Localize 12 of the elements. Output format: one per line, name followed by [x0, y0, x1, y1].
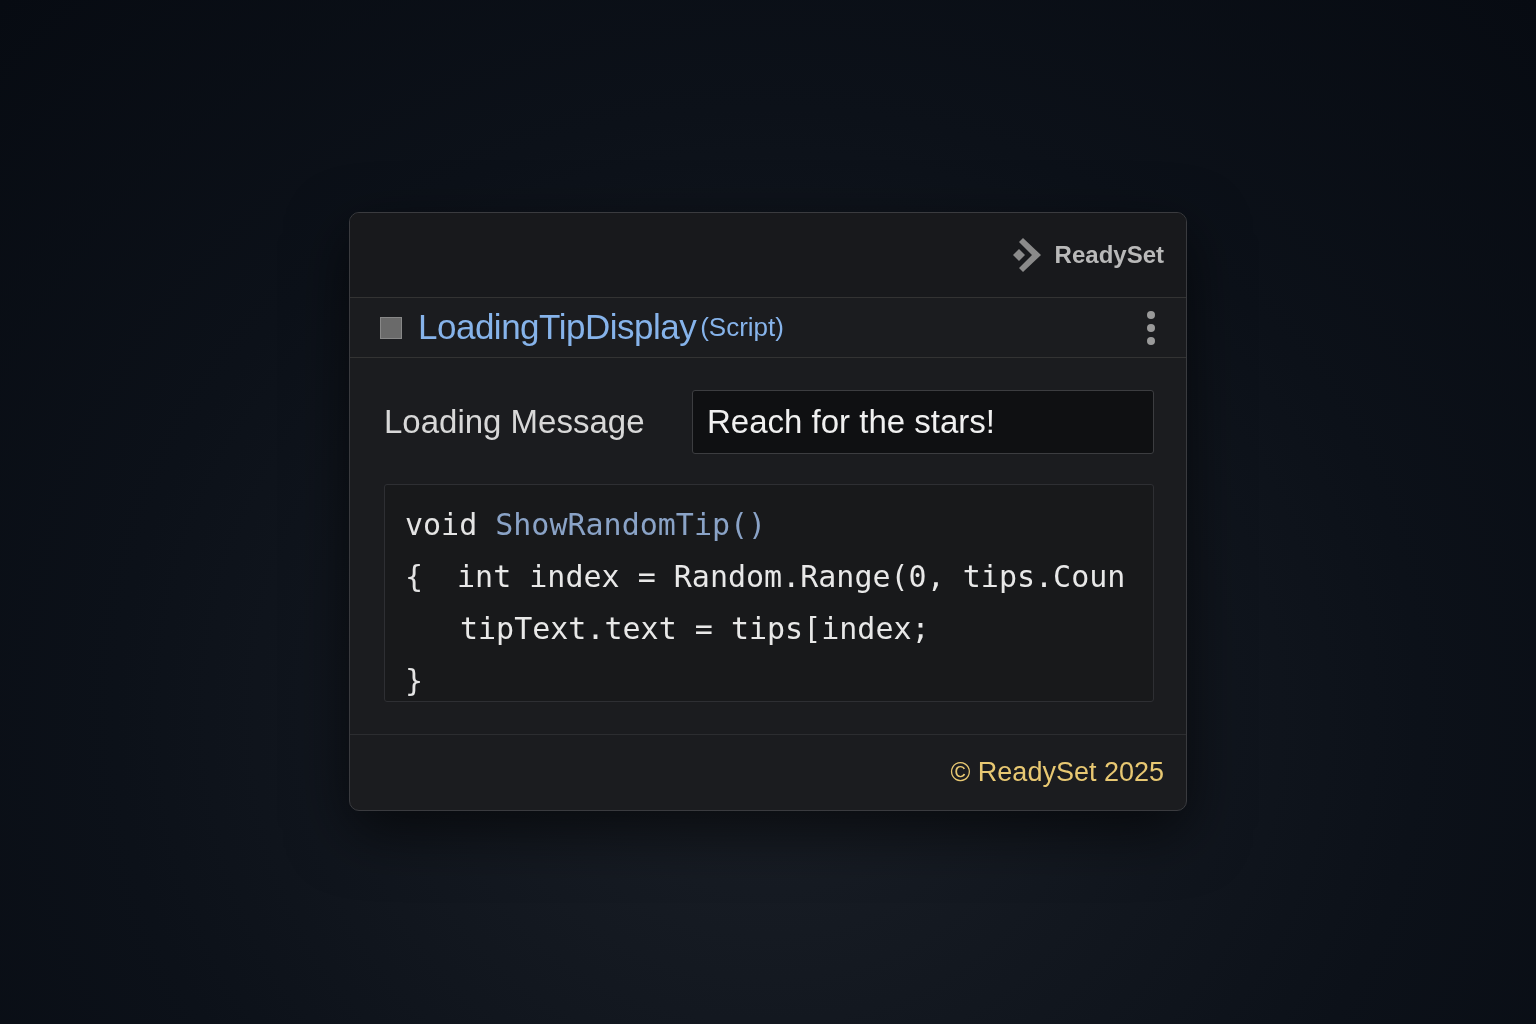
code-line: }: [405, 661, 425, 700]
brand-name: ReadySet: [1054, 240, 1164, 270]
enable-checkbox[interactable]: [380, 316, 402, 339]
field-label: Loading Message: [384, 402, 646, 442]
code-line: void ShowRandomTip(): [405, 505, 768, 544]
component-type: (Script): [700, 311, 784, 344]
copyright-text: © ReadySet 2025: [950, 755, 1164, 789]
component-name: LoadingTipDisplay: [418, 306, 697, 349]
code-line: { int index = Random.Range(0, tips.Coun: [405, 557, 1127, 596]
code-line: tipText.text = tips[index;: [459, 609, 931, 648]
more-options-icon[interactable]: [1146, 309, 1156, 346]
message-input-field[interactable]: Reach for the stars!: [692, 390, 1154, 454]
